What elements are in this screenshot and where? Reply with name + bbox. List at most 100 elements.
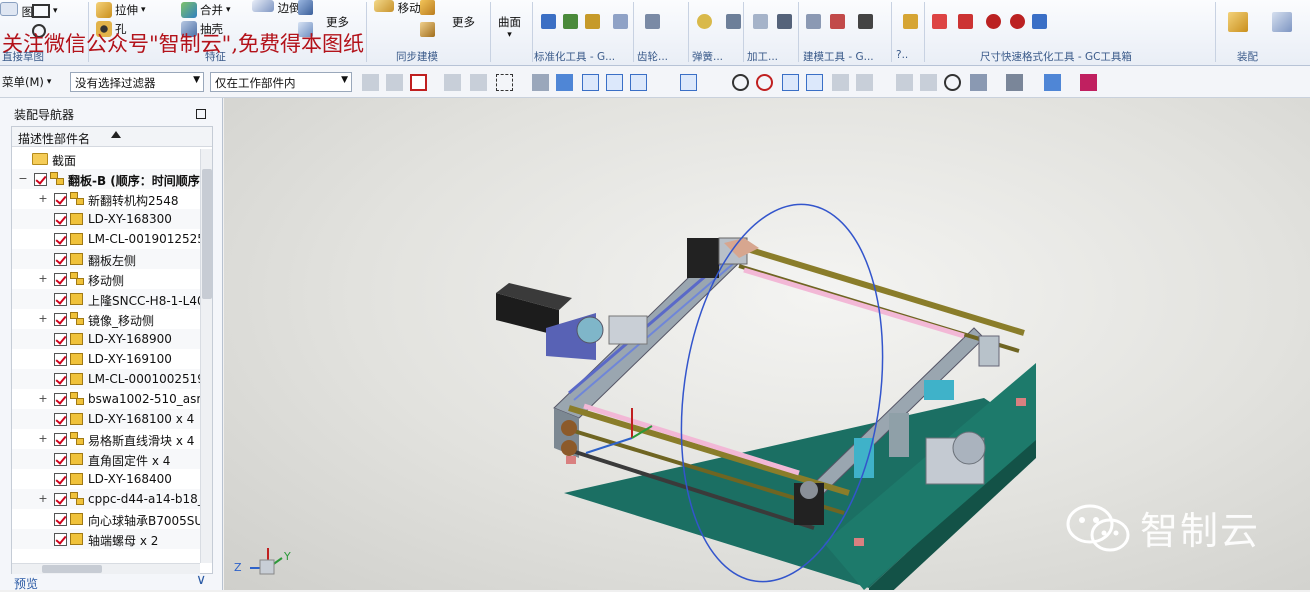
- machining-tool-icon[interactable]: [777, 14, 792, 29]
- expand-icon[interactable]: +: [38, 192, 48, 205]
- selection-scope-dropdown[interactable]: 仅在工作部件内 ▼: [210, 72, 352, 92]
- curve-snap-icon[interactable]: [656, 74, 673, 91]
- dimension-format-icon-3[interactable]: [986, 14, 1001, 29]
- maximize-icon[interactable]: [196, 109, 206, 119]
- more-sync-button[interactable]: 更多: [452, 14, 475, 30]
- column-header[interactable]: 描述性部件名: [12, 127, 212, 147]
- expand-icon[interactable]: +: [38, 432, 48, 445]
- visibility-checkbox[interactable]: [54, 353, 67, 366]
- visibility-checkbox[interactable]: [54, 253, 67, 266]
- tree-row[interactable]: + 镜像_移动侧: [12, 309, 200, 329]
- scrollbar-thumb[interactable]: [202, 169, 212, 299]
- existing-point-icon[interactable]: [782, 74, 799, 91]
- point-on-face-icon[interactable]: [832, 74, 849, 91]
- tree-row[interactable]: − 翻板-B (顺序：时间顺序): [12, 169, 200, 189]
- collapse-icon[interactable]: −: [18, 172, 28, 185]
- extrude-button[interactable]: 拉伸 ▾: [96, 2, 146, 18]
- shaded-icon[interactable]: [1044, 74, 1061, 91]
- visibility-icon[interactable]: [1080, 74, 1097, 91]
- assembly-constraint-icon[interactable]: [1272, 12, 1292, 32]
- arc-center-icon[interactable]: [732, 74, 749, 91]
- unite-button[interactable]: 合并 ▾: [181, 2, 231, 18]
- snap-general-icon[interactable]: [362, 74, 379, 91]
- visibility-checkbox[interactable]: [54, 333, 67, 346]
- spring-tool-icon[interactable]: [726, 14, 741, 29]
- solid-select-icon[interactable]: [532, 74, 549, 91]
- visibility-checkbox[interactable]: [54, 233, 67, 246]
- visibility-checkbox[interactable]: [34, 173, 47, 186]
- washer-icon[interactable]: [613, 14, 628, 29]
- tree-row[interactable]: LD-XY-169100: [12, 349, 200, 369]
- tree-row[interactable]: 上隆SNCC-H8-1-L40: [12, 289, 200, 309]
- expand-icon[interactable]: +: [38, 312, 48, 325]
- dimension-format-icon-2[interactable]: [958, 14, 973, 29]
- tree-row[interactable]: 截面: [12, 149, 200, 169]
- expand-icon[interactable]: +: [38, 272, 48, 285]
- add-component-icon[interactable]: [1228, 12, 1248, 32]
- visibility-checkbox[interactable]: [54, 413, 67, 426]
- rotate-icon[interactable]: [944, 74, 961, 91]
- delete-face-icon[interactable]: [420, 0, 435, 15]
- visibility-checkbox[interactable]: [54, 393, 67, 406]
- bounded-grid-icon[interactable]: [856, 74, 873, 91]
- visibility-checkbox[interactable]: [54, 293, 67, 306]
- modeling-tool-icon-1[interactable]: [806, 14, 821, 29]
- replace-face-icon[interactable]: [420, 22, 435, 37]
- quadrant-icon[interactable]: [756, 74, 773, 91]
- select-point-icon[interactable]: [410, 74, 427, 91]
- expand-icon[interactable]: +: [38, 392, 48, 405]
- scrollbar-thumb[interactable]: [42, 565, 102, 573]
- tree-row[interactable]: 轴端螺母 x 2: [12, 529, 200, 549]
- visibility-checkbox[interactable]: [54, 193, 67, 206]
- endpoint-snap-icon[interactable]: [582, 74, 599, 91]
- tree-row[interactable]: + bswa1002-510_asm: [12, 389, 200, 409]
- view-fit-icon[interactable]: [896, 74, 913, 91]
- intersection-icon[interactable]: [706, 74, 723, 91]
- nut-icon[interactable]: [585, 14, 600, 29]
- tree-row[interactable]: + 新翻转机构2548: [12, 189, 200, 209]
- preview-section[interactable]: 预览: [14, 575, 38, 592]
- surface-button[interactable]: 曲面 ▾: [498, 14, 521, 40]
- bolt-icon[interactable]: [563, 14, 578, 29]
- tree-row[interactable]: LD-XY-168400: [12, 469, 200, 489]
- visibility-checkbox[interactable]: [54, 273, 67, 286]
- chevron-down-icon[interactable]: ∨: [196, 572, 206, 588]
- visibility-checkbox[interactable]: [54, 533, 67, 546]
- tree-row[interactable]: LM-CL-00010025195: [12, 369, 200, 389]
- assembly-tool-icon[interactable]: [903, 14, 918, 29]
- visibility-checkbox[interactable]: [54, 513, 67, 526]
- tolerance-icon[interactable]: [858, 14, 873, 29]
- tree-row[interactable]: + 移动侧: [12, 269, 200, 289]
- orient-view-icon[interactable]: [970, 74, 987, 91]
- visibility-checkbox[interactable]: [54, 213, 67, 226]
- machining-icon[interactable]: [753, 14, 768, 29]
- zoom-icon[interactable]: [920, 74, 937, 91]
- tree-row[interactable]: LM-CL-00190125251: [12, 229, 200, 249]
- tree-row[interactable]: LD-XY-168900: [12, 329, 200, 349]
- control-point-icon[interactable]: [680, 74, 697, 91]
- visibility-checkbox[interactable]: [54, 493, 67, 506]
- dimension-format-icon-5[interactable]: [1032, 14, 1047, 29]
- menu-button[interactable]: 菜单(M) ▾: [2, 74, 51, 90]
- visibility-checkbox[interactable]: [54, 473, 67, 486]
- sketch-button[interactable]: 图: [0, 2, 33, 20]
- rectangle-tool-button[interactable]: ▾: [32, 4, 58, 18]
- tree-row[interactable]: 翻板左侧: [12, 249, 200, 269]
- dimension-format-icon-4[interactable]: [1010, 14, 1025, 29]
- graphics-viewport[interactable]: Z Y 智制云: [224, 98, 1310, 590]
- tree-row[interactable]: + 易格斯直线滑块 x 4: [12, 429, 200, 449]
- visibility-checkbox[interactable]: [54, 433, 67, 446]
- horizontal-scrollbar[interactable]: [12, 563, 200, 574]
- edge-blend-button[interactable]: 边倒圆: [252, 0, 312, 16]
- point-on-curve-icon[interactable]: [806, 74, 823, 91]
- snap-body-icon[interactable]: [386, 74, 403, 91]
- spring-icon[interactable]: [697, 14, 712, 29]
- box-select-icon[interactable]: [496, 74, 513, 91]
- render-style-icon[interactable]: [1006, 74, 1023, 91]
- tree-row[interactable]: LD-XY-168100 x 4: [12, 409, 200, 429]
- vertical-scrollbar[interactable]: [200, 149, 212, 563]
- dimension-format-icon-1[interactable]: [932, 14, 947, 29]
- gear-icon[interactable]: [645, 14, 660, 29]
- midpoint-snap-icon[interactable]: [606, 74, 623, 91]
- select-edge-icon[interactable]: [470, 74, 487, 91]
